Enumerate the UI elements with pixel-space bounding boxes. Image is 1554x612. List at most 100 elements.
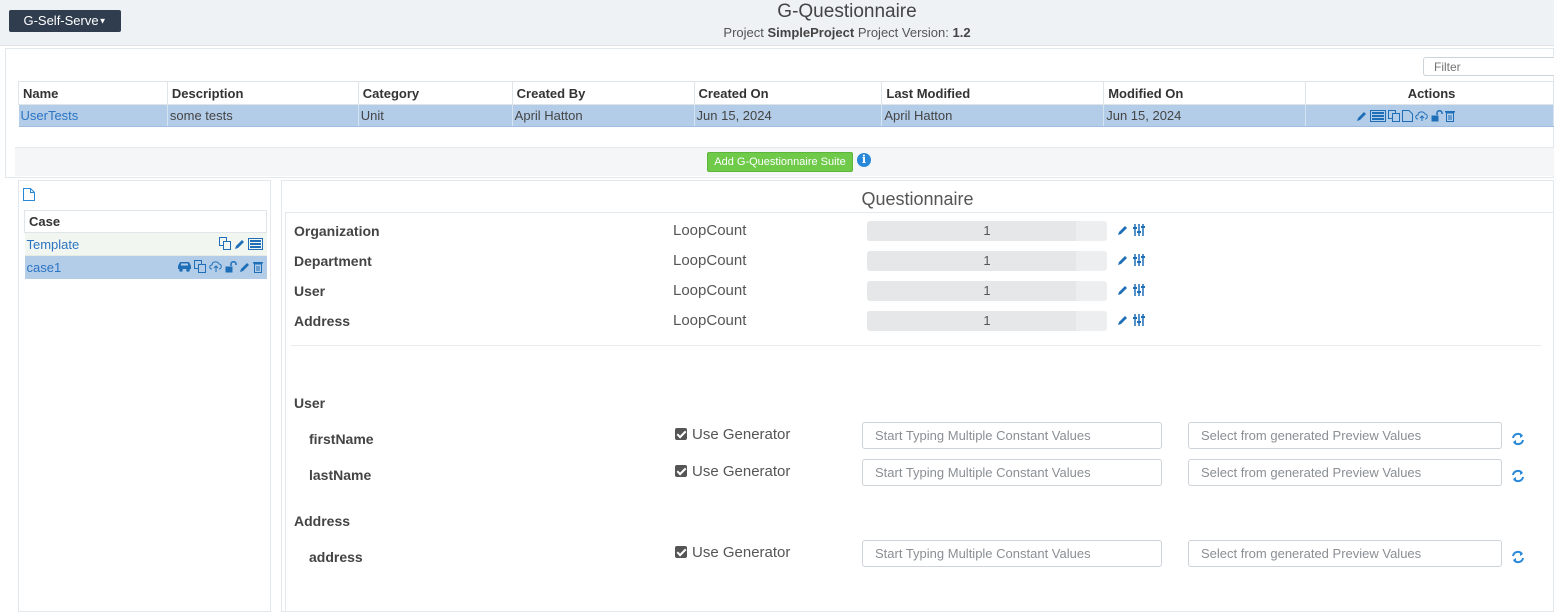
loop-count-value: 1 bbox=[983, 313, 991, 328]
filter-input[interactable] bbox=[1423, 57, 1554, 76]
info-icon[interactable]: i bbox=[857, 153, 871, 167]
loop-type: LoopCount bbox=[673, 222, 747, 239]
case-column-header: Case bbox=[24, 210, 267, 233]
file-icon[interactable] bbox=[1402, 109, 1414, 122]
use-generator-label: Use Generator bbox=[692, 426, 791, 443]
refresh-icon[interactable] bbox=[1511, 432, 1525, 446]
table-icon[interactable] bbox=[247, 237, 263, 250]
unlock-icon[interactable] bbox=[1431, 109, 1443, 122]
column-header-actions: Actions bbox=[1305, 81, 1554, 105]
constant-values-input[interactable]: Start Typing Multiple Constant Values bbox=[862, 422, 1162, 449]
preview-values-select[interactable]: Select from generated Preview Values bbox=[1188, 459, 1502, 486]
loop-count-field[interactable]: 1 bbox=[867, 221, 1107, 241]
case-table: Case Template case1 bbox=[24, 210, 267, 279]
loop-actions bbox=[1117, 314, 1145, 326]
suite-created-on: Jun 15, 2024 bbox=[694, 104, 883, 127]
sliders-icon[interactable] bbox=[1133, 284, 1145, 296]
pencil-icon[interactable] bbox=[1356, 110, 1368, 122]
case-row-template[interactable]: Template bbox=[24, 232, 267, 256]
cloud-upload-icon[interactable] bbox=[208, 260, 223, 273]
refresh-icon[interactable] bbox=[1511, 469, 1525, 483]
loop-type: LoopCount bbox=[673, 282, 747, 299]
column-header-last-modified[interactable]: Last Modified bbox=[881, 81, 1105, 105]
divider bbox=[291, 345, 1541, 346]
car-icon[interactable] bbox=[177, 260, 192, 273]
loop-type: LoopCount bbox=[673, 252, 747, 269]
section-label-address: Address bbox=[294, 513, 351, 529]
loop-count-field[interactable]: 1 bbox=[867, 281, 1107, 301]
column-header-created-on[interactable]: Created On bbox=[693, 81, 883, 105]
project-info: Project SimpleProject Project Version: 1… bbox=[0, 25, 1554, 40]
questionnaire-title: Questionnaire bbox=[861, 189, 974, 209]
loop-count-field[interactable]: 1 bbox=[867, 311, 1107, 331]
template-actions bbox=[218, 237, 263, 250]
project-prefix: Project bbox=[723, 25, 764, 40]
preview-values-select[interactable]: Select from generated Preview Values bbox=[1188, 540, 1502, 567]
loop-count-value: 1 bbox=[983, 283, 991, 298]
cloud-upload-icon[interactable] bbox=[1415, 110, 1429, 122]
suite-description: some tests bbox=[167, 104, 359, 127]
sliders-icon[interactable] bbox=[1133, 314, 1145, 326]
table-icon[interactable] bbox=[1370, 109, 1387, 122]
field-label-lastname: lastName bbox=[309, 467, 372, 483]
constant-values-input[interactable]: Start Typing Multiple Constant Values bbox=[862, 459, 1162, 486]
pencil-icon[interactable] bbox=[1117, 314, 1129, 326]
loop-label-department: Department bbox=[294, 253, 372, 269]
pencil-icon[interactable] bbox=[1117, 254, 1129, 266]
column-header-created-by[interactable]: Created By bbox=[511, 81, 695, 105]
loop-label-organization: Organization bbox=[294, 223, 380, 239]
loop-type: LoopCount bbox=[673, 312, 747, 329]
suite-last-modified: April Hatton bbox=[881, 104, 1105, 127]
copy-icon[interactable] bbox=[1388, 109, 1401, 122]
loop-actions bbox=[1117, 224, 1145, 236]
loop-label-user: User bbox=[294, 283, 326, 299]
sliders-icon[interactable] bbox=[1133, 224, 1145, 236]
loop-actions bbox=[1117, 254, 1145, 266]
copy-icon[interactable] bbox=[218, 237, 232, 250]
table-row[interactable]: UserTests some tests Unit April Hatton J… bbox=[18, 104, 1554, 127]
pencil-icon[interactable] bbox=[1117, 224, 1129, 236]
case1-actions bbox=[177, 260, 263, 273]
suite-actions bbox=[1305, 104, 1554, 127]
use-generator-label: Use Generator bbox=[692, 463, 791, 480]
use-generator-label: Use Generator bbox=[692, 544, 791, 561]
suite-created-by: April Hatton bbox=[512, 104, 695, 127]
constant-values-input[interactable]: Start Typing Multiple Constant Values bbox=[862, 540, 1162, 567]
project-version: 1.2 bbox=[952, 25, 971, 40]
add-suite-button[interactable]: Add G-Questionnaire Suite bbox=[707, 152, 853, 172]
trash-icon[interactable] bbox=[1445, 110, 1456, 122]
case-label-case1[interactable]: case1 bbox=[27, 260, 62, 275]
use-generator-checkbox[interactable] bbox=[675, 546, 687, 558]
pencil-icon[interactable] bbox=[239, 260, 251, 273]
field-label-address: address bbox=[309, 549, 363, 565]
use-generator-checkbox[interactable] bbox=[675, 428, 687, 440]
suite-name-link[interactable]: UserTests bbox=[18, 104, 168, 127]
suite-table: Name Description Category Created By Cre… bbox=[18, 81, 1554, 127]
pencil-icon[interactable] bbox=[1117, 284, 1129, 296]
version-prefix: Project Version: bbox=[857, 25, 949, 40]
column-header-modified-on[interactable]: Modified On bbox=[1103, 81, 1307, 105]
unlock-icon[interactable] bbox=[225, 260, 237, 273]
pencil-icon[interactable] bbox=[234, 237, 246, 250]
refresh-icon[interactable] bbox=[1511, 550, 1525, 564]
section-label-user: User bbox=[294, 395, 326, 411]
case-label-template[interactable]: Template bbox=[27, 237, 80, 252]
preview-values-select[interactable]: Select from generated Preview Values bbox=[1188, 422, 1502, 449]
column-header-category[interactable]: Category bbox=[357, 81, 513, 105]
column-header-name[interactable]: Name bbox=[18, 81, 168, 105]
sliders-icon[interactable] bbox=[1133, 254, 1145, 266]
use-generator-checkbox[interactable] bbox=[675, 465, 687, 477]
loop-count-value: 1 bbox=[983, 253, 991, 268]
suite-modified-on: Jun 15, 2024 bbox=[1103, 104, 1307, 127]
case-row-case1[interactable]: case1 bbox=[24, 255, 267, 279]
new-case-file-icon[interactable] bbox=[23, 188, 35, 201]
loop-count-field[interactable]: 1 bbox=[867, 251, 1107, 271]
column-header-description[interactable]: Description bbox=[166, 81, 359, 105]
loop-count-value: 1 bbox=[983, 223, 991, 238]
field-label-firstname: firstName bbox=[309, 431, 374, 447]
loop-label-address: Address bbox=[294, 313, 351, 329]
copy-icon[interactable] bbox=[193, 260, 207, 273]
trash-icon[interactable] bbox=[252, 260, 263, 273]
loop-actions bbox=[1117, 284, 1145, 296]
project-name: SimpleProject bbox=[767, 25, 855, 40]
